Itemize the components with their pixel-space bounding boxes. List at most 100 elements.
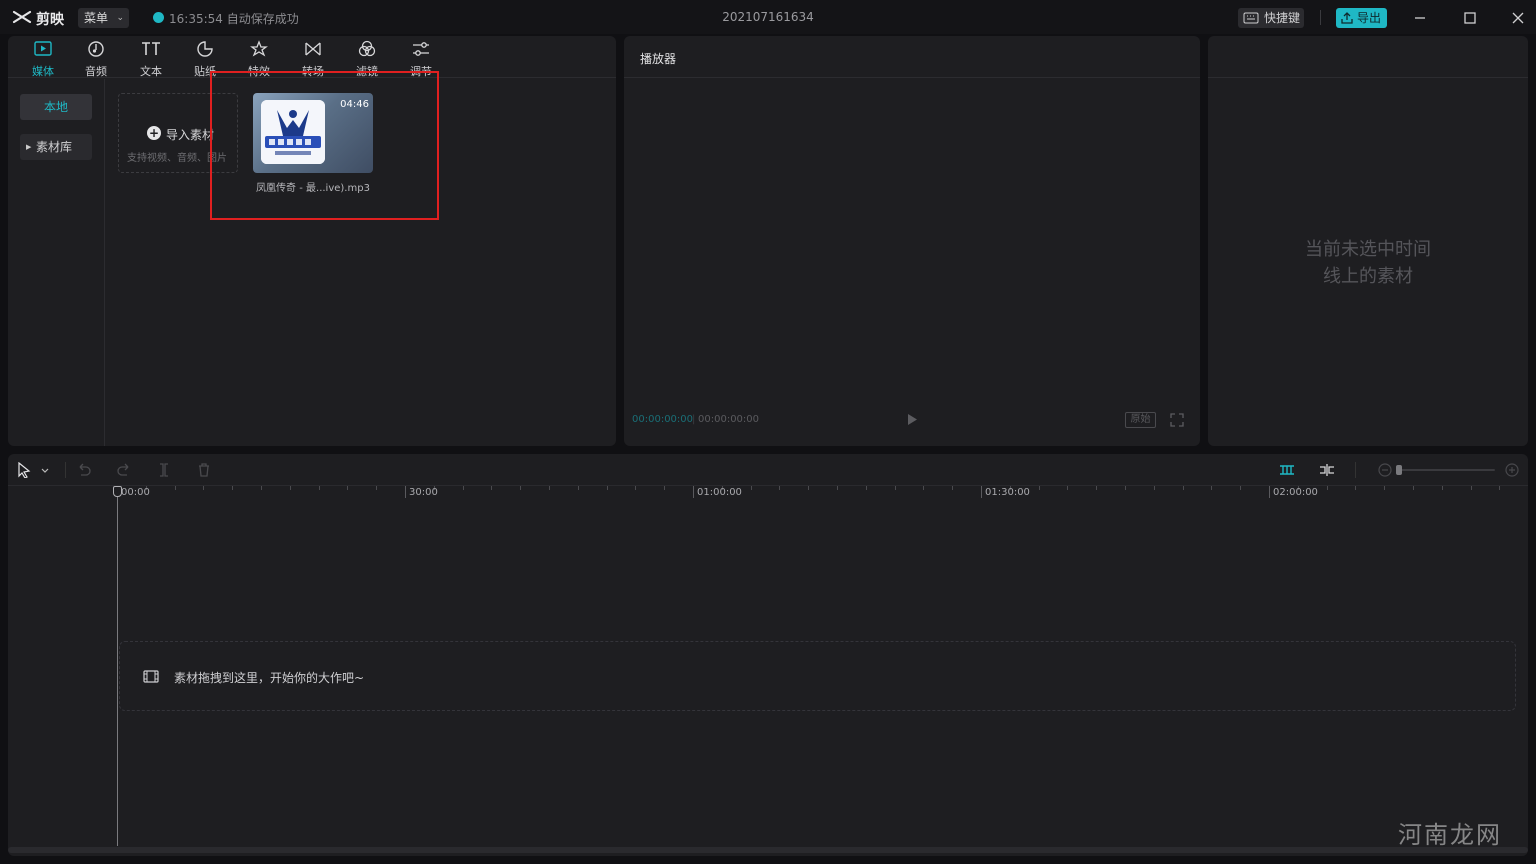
ruler-tick xyxy=(261,486,262,490)
timeline-panel: 00:00 30:00 01:00:00 01:30:00 02:00:00 素材拖拽到… xyxy=(8,454,1528,856)
zoom-slider-handle[interactable] xyxy=(1396,465,1402,475)
ruler-tick xyxy=(1384,486,1386,490)
close-icon[interactable] xyxy=(1508,8,1528,28)
playhead-handle[interactable] xyxy=(113,486,122,497)
playhead[interactable] xyxy=(117,488,118,846)
tab-audio[interactable]: 音频 xyxy=(70,36,122,78)
ruler-tick xyxy=(491,486,493,490)
ruler-tick xyxy=(1441,486,1443,490)
ruler-tick xyxy=(1413,486,1414,490)
fullscreen-icon[interactable] xyxy=(1170,413,1184,427)
empty-line-2: 线上的素材 xyxy=(1323,266,1413,287)
export-button[interactable]: 导出 xyxy=(1336,8,1387,28)
export-icon xyxy=(1341,12,1353,24)
ruler-label: 01:00:00 xyxy=(697,487,742,498)
empty-line-1: 当前未选中时间 xyxy=(1305,239,1431,260)
ruler-tick xyxy=(779,486,781,490)
divider xyxy=(65,462,66,478)
ruler-tick xyxy=(1269,486,1270,498)
audio-icon xyxy=(88,41,104,57)
play-icon[interactable] xyxy=(906,413,918,426)
ruler-tick xyxy=(952,486,954,490)
timeline-ruler[interactable]: 00:00 30:00 01:00:00 01:30:00 02:00:00 xyxy=(8,486,1528,500)
minimize-icon[interactable] xyxy=(1410,8,1430,28)
ruler-tick xyxy=(1096,486,1098,490)
ruler-tick xyxy=(894,486,896,490)
ruler-tick xyxy=(174,486,176,490)
aspect-ratio-button[interactable]: 原始 xyxy=(1125,412,1156,428)
sidebar-item-local[interactable]: 本地 xyxy=(20,94,92,120)
ruler-tick xyxy=(318,486,320,490)
delete-icon[interactable] xyxy=(196,462,212,478)
ruler-tick xyxy=(520,486,522,490)
timeline-drop-zone[interactable]: 素材拖拽到这里，开始你的大作吧~ xyxy=(119,641,1516,711)
zoom-slider[interactable] xyxy=(1399,469,1495,471)
properties-empty-message: 当前未选中时间 线上的素材 xyxy=(1248,236,1488,290)
ruler-tick xyxy=(1499,486,1501,490)
ruler-label: 00:00 xyxy=(121,487,150,498)
ruler-tick xyxy=(1125,486,1126,490)
split-icon[interactable] xyxy=(156,462,172,478)
annotation-highlight-box xyxy=(210,71,439,220)
tab-media[interactable]: 媒体 xyxy=(17,36,69,78)
sticker-icon xyxy=(197,41,213,57)
ruler-tick xyxy=(1326,486,1328,490)
ruler-tick xyxy=(664,486,666,490)
ruler-tick xyxy=(693,486,694,498)
ruler-tick xyxy=(1153,486,1155,490)
adjust-icon xyxy=(413,42,429,56)
tab-label: 媒体 xyxy=(32,65,54,78)
import-title: 导入素材 xyxy=(166,128,215,142)
effects-icon xyxy=(250,40,268,57)
ruler-tick xyxy=(549,486,550,490)
zoom-out-icon[interactable] xyxy=(1377,462,1393,478)
media-panel: 媒体 音频 文本 贴纸 特效 转场 滤镜 调节 本地 ▶ 素材库 + 导入素材 … xyxy=(8,36,616,446)
sidebar-item-library[interactable]: ▶ 素材库 xyxy=(20,134,92,160)
keyboard-icon xyxy=(1243,12,1259,24)
ruler-tick xyxy=(1182,486,1184,490)
drop-zone-hint: 素材拖拽到这里，开始你的大作吧~ xyxy=(174,671,365,685)
ruler-tick xyxy=(635,486,637,490)
ruler-tick xyxy=(750,486,752,490)
current-timecode: 00:00:00:00 xyxy=(632,414,694,425)
ruler-tick xyxy=(347,486,349,490)
ruler-tick xyxy=(1038,486,1040,490)
ruler-label: 30:00 xyxy=(409,487,438,498)
ruler-tick xyxy=(1067,486,1069,490)
select-cursor-icon[interactable] xyxy=(16,462,32,478)
transition-icon xyxy=(305,42,321,56)
undo-icon[interactable] xyxy=(76,462,92,478)
preview-area[interactable] xyxy=(624,79,1200,399)
zoom-in-icon[interactable] xyxy=(1504,462,1520,478)
ruler-tick xyxy=(232,486,234,490)
tab-label: 文本 xyxy=(140,65,162,78)
ruler-tick xyxy=(203,486,205,490)
ruler-label: 02:00:00 xyxy=(1273,487,1318,498)
shortcut-button[interactable]: 快捷键 xyxy=(1238,8,1304,28)
timeline-scrollbar[interactable] xyxy=(8,847,1528,853)
tab-label: 音频 xyxy=(85,65,107,78)
total-timecode: 00:00:00:00 xyxy=(698,414,760,425)
text-icon xyxy=(142,42,160,55)
caret-right-icon: ▶ xyxy=(26,143,32,151)
sidebar-item-label: 素材库 xyxy=(36,140,73,154)
chevron-down-icon[interactable] xyxy=(39,462,51,478)
maximize-icon[interactable] xyxy=(1460,8,1480,28)
tab-text[interactable]: 文本 xyxy=(125,36,177,78)
divider xyxy=(1320,10,1321,25)
properties-header xyxy=(1208,36,1528,78)
ruler-tick xyxy=(837,486,838,490)
ruler-tick xyxy=(981,486,982,498)
timecode-separator: | xyxy=(692,414,696,425)
title-bar: 剪映 菜单 ⌄ 16:35:54 自动保存成功 202107161634 快捷键… xyxy=(0,0,1536,34)
ruler-tick xyxy=(462,486,464,490)
redo-icon[interactable] xyxy=(116,462,132,478)
media-icon xyxy=(34,41,52,56)
magnet-snap-icon[interactable] xyxy=(1278,462,1296,478)
ruler-tick xyxy=(1470,486,1472,490)
filter-icon xyxy=(358,40,376,57)
linkage-icon[interactable] xyxy=(1318,462,1336,478)
export-label: 导出 xyxy=(1357,11,1382,25)
watermark-text: 河南龙网 xyxy=(1398,821,1502,849)
ruler-tick xyxy=(289,486,291,490)
